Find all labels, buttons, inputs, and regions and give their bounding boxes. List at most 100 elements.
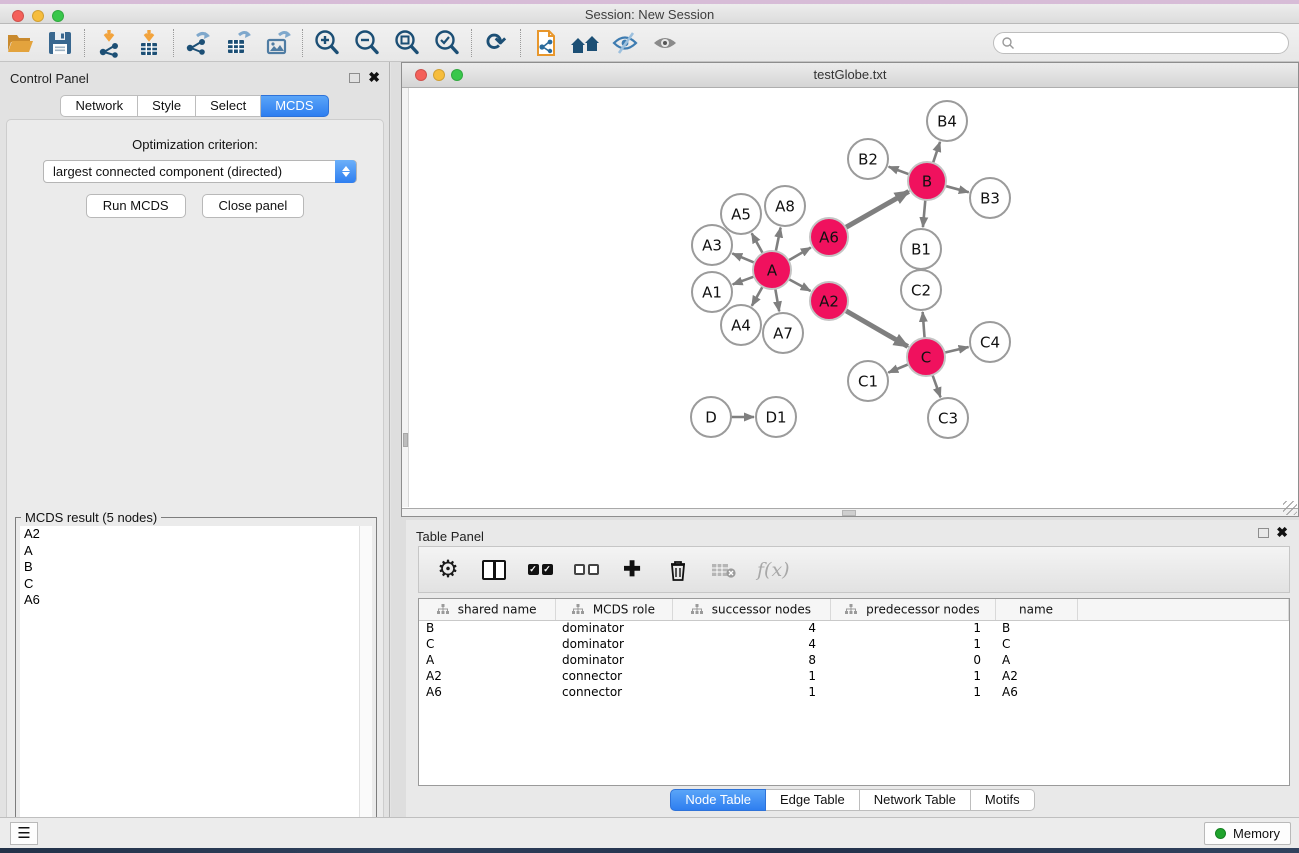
- cell-shared-name[interactable]: A2: [419, 668, 555, 684]
- tab-node-table[interactable]: Node Table: [670, 789, 766, 811]
- refresh-button[interactable]: ⟳: [476, 26, 516, 60]
- tab-select[interactable]: Select: [196, 95, 261, 117]
- cell-predecessor-nodes[interactable]: 0: [830, 652, 995, 668]
- export-image-button[interactable]: [258, 26, 298, 60]
- home-networks-button[interactable]: [565, 26, 605, 60]
- run-mcds-button[interactable]: Run MCDS: [86, 194, 186, 218]
- hide-selected-button[interactable]: [605, 26, 645, 60]
- edge-B-B3[interactable]: [944, 186, 968, 193]
- show-hidden-button[interactable]: [645, 26, 685, 60]
- table-row[interactable]: A6connector11A6: [419, 684, 1289, 700]
- column-header[interactable]: shared name: [419, 599, 555, 620]
- tab-motifs[interactable]: Motifs: [971, 789, 1035, 811]
- close-panel-button[interactable]: Close panel: [202, 194, 305, 218]
- result-list-scrollbar[interactable]: [359, 526, 372, 853]
- mcds-result-item[interactable]: B: [20, 559, 359, 576]
- select-all-columns-button[interactable]: ✓✓: [527, 555, 553, 585]
- cell-MCDS-role[interactable]: dominator: [555, 636, 672, 652]
- table-row[interactable]: A2connector11A2: [419, 668, 1289, 684]
- optimization-criterion-select[interactable]: largest connected component (directed): [43, 160, 357, 183]
- column-header[interactable]: MCDS role: [555, 599, 672, 620]
- task-history-button[interactable]: ☰: [10, 822, 38, 845]
- edge-C-C1[interactable]: [888, 364, 909, 373]
- cell-shared-name[interactable]: B: [419, 620, 555, 636]
- cell-name[interactable]: B: [995, 620, 1077, 636]
- cell-successor-nodes[interactable]: 4: [672, 636, 830, 652]
- cell-MCDS-role[interactable]: dominator: [555, 652, 672, 668]
- cell-successor-nodes[interactable]: 8: [672, 652, 830, 668]
- cell-shared-name[interactable]: A: [419, 652, 555, 668]
- column-header[interactable]: successor nodes: [672, 599, 830, 620]
- scrollbar-thumb[interactable]: [403, 433, 408, 447]
- table-row[interactable]: Cdominator41C: [419, 636, 1289, 652]
- mcds-result-item[interactable]: A: [20, 543, 359, 560]
- close-panel-icon[interactable]: ✖: [368, 72, 380, 82]
- mcds-result-item[interactable]: C: [20, 576, 359, 593]
- cell-successor-nodes[interactable]: 1: [672, 684, 830, 700]
- close-panel-icon[interactable]: ✖: [1276, 527, 1288, 537]
- network-vertical-scrollbar[interactable]: [402, 88, 409, 507]
- tab-edge-table[interactable]: Edge Table: [766, 789, 860, 811]
- cell-predecessor-nodes[interactable]: 1: [830, 620, 995, 636]
- cell-predecessor-nodes[interactable]: 1: [830, 684, 995, 700]
- edge-A-A8[interactable]: [776, 228, 781, 253]
- search-input[interactable]: [993, 32, 1289, 54]
- deselect-all-columns-button[interactable]: [573, 555, 599, 585]
- export-network-button[interactable]: [178, 26, 218, 60]
- edge-A2-C[interactable]: [845, 310, 908, 347]
- cell-predecessor-nodes[interactable]: 1: [830, 636, 995, 652]
- edge-A-A1[interactable]: [733, 276, 755, 284]
- float-panel-icon[interactable]: [349, 73, 360, 83]
- cell-MCDS-role[interactable]: connector: [555, 684, 672, 700]
- edge-C-C2[interactable]: [923, 312, 925, 339]
- network-from-document-button[interactable]: [525, 26, 565, 60]
- cell-successor-nodes[interactable]: 4: [672, 620, 830, 636]
- edge-A-A5[interactable]: [752, 233, 764, 254]
- memory-button[interactable]: Memory: [1204, 822, 1291, 845]
- cell-name[interactable]: A6: [995, 684, 1077, 700]
- cell-shared-name[interactable]: A6: [419, 684, 555, 700]
- delete-table-button[interactable]: [711, 555, 737, 585]
- float-panel-icon[interactable]: [1258, 528, 1269, 538]
- mcds-result-item[interactable]: A6: [20, 592, 359, 609]
- edge-A-A3[interactable]: [732, 253, 755, 263]
- function-builder-button[interactable]: f(x): [757, 555, 790, 585]
- export-table-button[interactable]: [218, 26, 258, 60]
- zoom-selected-button[interactable]: [427, 26, 467, 60]
- edge-A-A2[interactable]: [788, 279, 811, 291]
- delete-column-button[interactable]: [665, 555, 691, 585]
- resize-grip-icon[interactable]: [1283, 501, 1297, 515]
- save-session-button[interactable]: [40, 26, 80, 60]
- edge-A-A7[interactable]: [775, 288, 779, 312]
- tab-network[interactable]: Network: [60, 95, 138, 117]
- open-file-button[interactable]: [0, 26, 40, 60]
- table-settings-button[interactable]: ⚙: [435, 555, 461, 585]
- tab-mcds[interactable]: MCDS: [261, 95, 328, 117]
- edge-A-A4[interactable]: [752, 286, 763, 306]
- import-network-button[interactable]: [89, 26, 129, 60]
- edge-C-C4[interactable]: [944, 347, 969, 353]
- cell-name[interactable]: A2: [995, 668, 1077, 684]
- zoom-out-button[interactable]: [347, 26, 387, 60]
- table-row[interactable]: Bdominator41B: [419, 620, 1289, 636]
- edge-B-B4[interactable]: [933, 142, 940, 164]
- import-table-button[interactable]: [129, 26, 169, 60]
- network-window-titlebar[interactable]: testGlobe.txt: [402, 63, 1298, 88]
- table-row[interactable]: Adominator80A: [419, 652, 1289, 668]
- tab-network-table[interactable]: Network Table: [860, 789, 971, 811]
- cell-shared-name[interactable]: C: [419, 636, 555, 652]
- show-columns-button[interactable]: [481, 555, 507, 585]
- zoom-in-button[interactable]: [307, 26, 347, 60]
- edge-C-C3[interactable]: [932, 374, 940, 397]
- create-column-button[interactable]: ✚: [619, 555, 645, 585]
- scrollbar-thumb[interactable]: [842, 510, 856, 516]
- network-horizontal-scrollbar[interactable]: [402, 508, 1298, 516]
- cell-MCDS-role[interactable]: connector: [555, 668, 672, 684]
- mcds-result-item[interactable]: A2: [20, 526, 359, 543]
- cell-name[interactable]: C: [995, 636, 1077, 652]
- tab-style[interactable]: Style: [138, 95, 196, 117]
- cell-MCDS-role[interactable]: dominator: [555, 620, 672, 636]
- edge-B-B1[interactable]: [923, 199, 925, 227]
- edge-B-B2[interactable]: [889, 167, 911, 175]
- zoom-fit-button[interactable]: [387, 26, 427, 60]
